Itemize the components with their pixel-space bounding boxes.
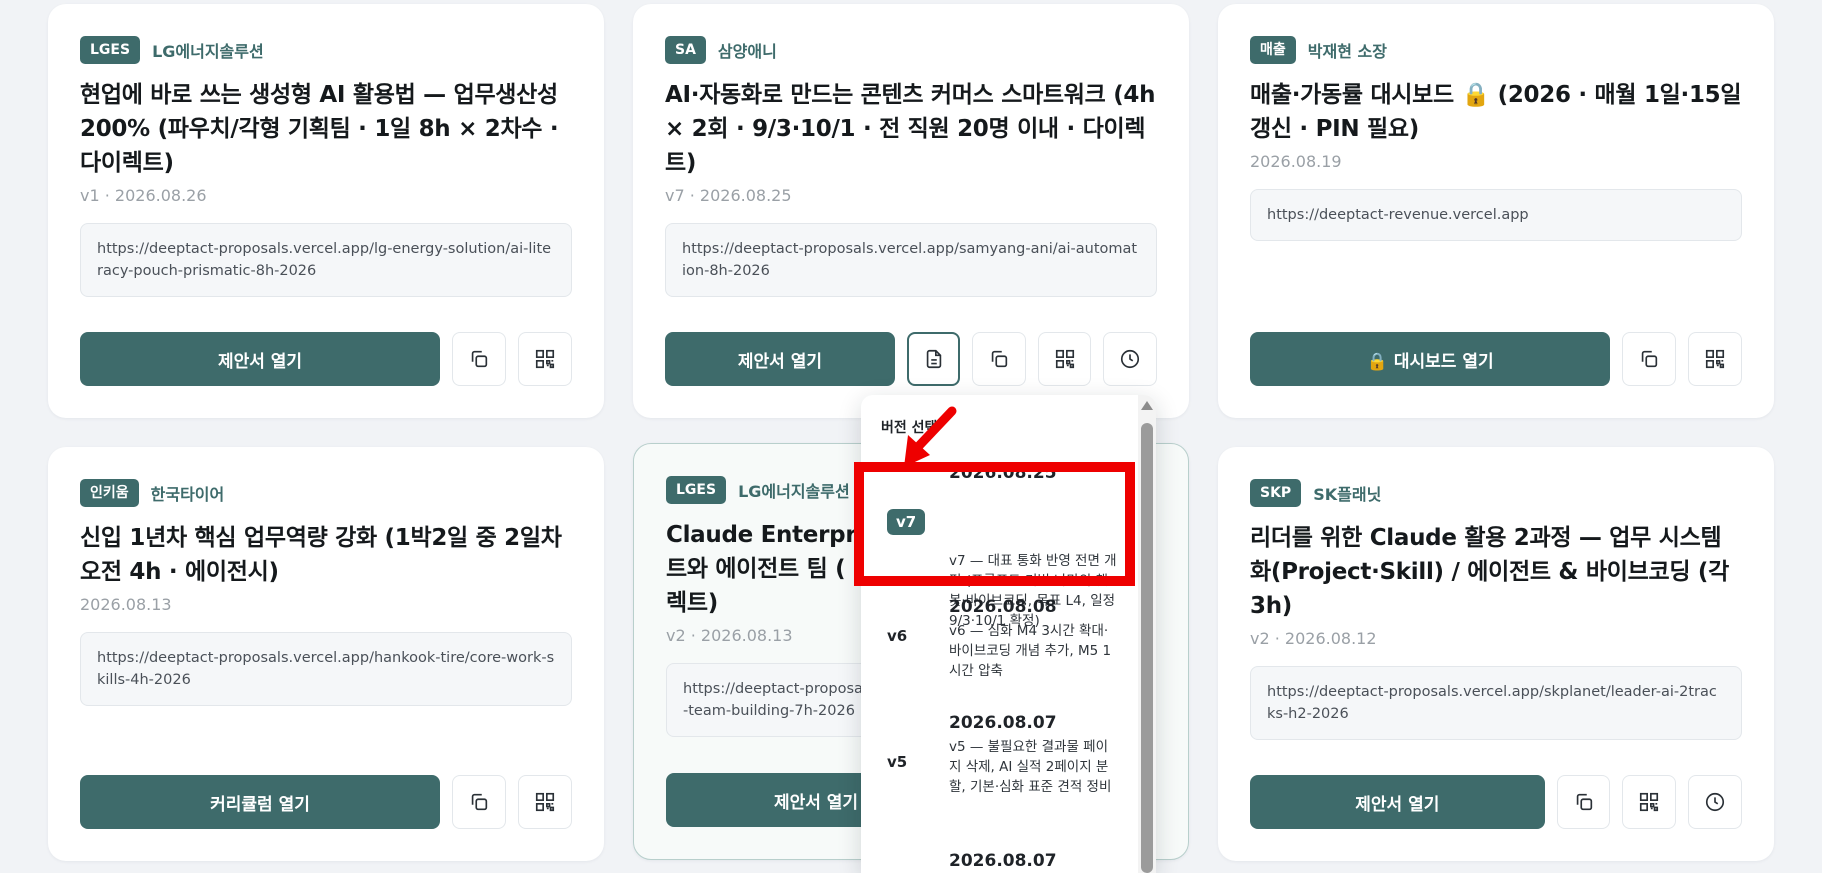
org-name: LG에너지솔루션 bbox=[152, 42, 264, 61]
version-select-button[interactable] bbox=[906, 332, 961, 386]
copy-button[interactable] bbox=[452, 775, 506, 829]
org-name: LG에너지솔루션 bbox=[738, 482, 850, 501]
card-actions: 제안서 열기 bbox=[1250, 775, 1742, 829]
card-actions: 제안서 열기 bbox=[665, 332, 1158, 386]
copy-icon bbox=[1576, 793, 1592, 811]
highlight-box bbox=[854, 462, 1135, 586]
card-title: AI·자동화로 만드는 콘텐츠 커머스 스마트워크 (4h × 2회 · 9/3… bbox=[665, 82, 1156, 176]
proposal-card: LGES LG에너지솔루션 현업에 바로 쓰는 생성형 AI 활용법 — 업무생… bbox=[48, 4, 604, 418]
card-url[interactable]: https://deeptact-proposals.vercel.app/lg… bbox=[80, 223, 572, 297]
version-date: 2026.08.07 bbox=[949, 713, 1057, 733]
copy-icon bbox=[471, 350, 488, 368]
open-proposal-button[interactable]: 제안서 열기 bbox=[80, 332, 440, 386]
clock-icon bbox=[1121, 349, 1140, 369]
version-option-v4[interactable]: 2026.08.07 bbox=[873, 851, 1123, 873]
org-badge: 인키움 bbox=[80, 479, 139, 507]
card-actions: 제안서 열기 bbox=[80, 332, 572, 386]
card-title: 현업에 바로 쓰는 생성형 AI 활용법 — 업무생산성 200% (파우치/각… bbox=[80, 82, 559, 176]
org-badge: LGES bbox=[80, 36, 141, 64]
org-name: SK플래닛 bbox=[1313, 485, 1382, 504]
qr-code-icon bbox=[1706, 349, 1725, 369]
qr-code-icon bbox=[1055, 349, 1074, 369]
proposal-card: SKP SK플래닛 리더를 위한 Claude 활용 2과정 — 업무 시스템화… bbox=[1218, 447, 1774, 861]
version-option-v5[interactable]: 2026.08.07 v5 v5 — 불필요한 결과물 페이지 삭제, AI 실… bbox=[873, 713, 1123, 843]
card-url[interactable]: https://deeptact-proposals.vercel.app/ha… bbox=[80, 632, 572, 706]
card-meta: v2 · 2026.08.12 bbox=[1250, 629, 1377, 648]
proposal-card: 인키움 한국타이어 신입 1년차 핵심 업무역량 강화 (1박2일 중 2일차 … bbox=[48, 447, 604, 861]
card-url[interactable]: https://deeptact-proposals.vercel.app/sa… bbox=[665, 223, 1157, 297]
copy-button[interactable] bbox=[452, 332, 506, 386]
copy-button[interactable] bbox=[972, 332, 1026, 386]
card-title: 신입 1년차 핵심 업무역량 강화 (1박2일 중 2일차 오전 4h · 에이… bbox=[80, 525, 562, 585]
card-meta: v7 · 2026.08.25 bbox=[665, 186, 792, 205]
org-badge: LGES bbox=[666, 476, 727, 504]
dropdown-scrollbar[interactable] bbox=[1138, 395, 1156, 873]
copy-icon bbox=[471, 793, 488, 811]
history-button[interactable] bbox=[1688, 775, 1742, 829]
card-meta: 2026.08.19 bbox=[1250, 152, 1342, 171]
qr-button[interactable] bbox=[1037, 332, 1092, 386]
card-actions: 🔒 대시보드 열기 bbox=[1250, 332, 1743, 386]
open-proposal-button[interactable]: 제안서 열기 bbox=[1250, 775, 1545, 829]
open-dashboard-button[interactable]: 🔒 대시보드 열기 bbox=[1250, 332, 1611, 386]
org-name: 삼양애니 bbox=[717, 42, 777, 61]
card-meta: 2026.08.13 bbox=[80, 595, 172, 614]
copy-icon bbox=[1642, 350, 1658, 368]
org-badge: SA bbox=[665, 36, 706, 64]
version-option-v6[interactable]: 2026.08.08 v6 v6 — 심화 M4 3시간 확대·바이브코딩 개념… bbox=[873, 597, 1123, 707]
version-desc: v5 — 불필요한 결과물 페이지 삭제, AI 실적 2페이지 분할, 기본·… bbox=[949, 739, 1112, 795]
qr-button[interactable] bbox=[518, 332, 572, 386]
org-name: 한국타이어 bbox=[150, 485, 225, 504]
org-row: SKP SK플래닛 bbox=[1250, 479, 1742, 507]
dashboard-card: 매출 박재현 소장 매출·가동률 대시보드 🔒 (2026 · 매월 1일·15… bbox=[1218, 4, 1774, 418]
card-actions: 커리큘럼 열기 bbox=[80, 775, 572, 829]
document-icon bbox=[926, 349, 941, 369]
org-row: 매출 박재현 소장 bbox=[1250, 36, 1742, 64]
org-row: 인키움 한국타이어 bbox=[80, 479, 572, 507]
org-row: LGES LG에너지솔루션 bbox=[80, 36, 572, 64]
scrollbar-thumb[interactable] bbox=[1141, 423, 1153, 873]
card-title: 리더를 위한 Claude 활용 2과정 — 업무 시스템화(Project·S… bbox=[1250, 525, 1729, 619]
card-url[interactable]: https://deeptact-proposals.vercel.app/sk… bbox=[1250, 666, 1742, 740]
qr-code-icon bbox=[535, 349, 555, 369]
org-name: 박재현 소장 bbox=[1307, 42, 1387, 61]
copy-button[interactable] bbox=[1556, 775, 1611, 829]
version-date: 2026.08.08 bbox=[949, 597, 1057, 617]
version-tag: v6 bbox=[887, 627, 908, 645]
open-curriculum-button[interactable]: 커리큘럼 열기 bbox=[80, 775, 440, 829]
qr-button[interactable] bbox=[1622, 775, 1677, 829]
qr-button[interactable] bbox=[518, 775, 572, 829]
annotation-arrow-icon bbox=[904, 406, 957, 467]
version-tag: v5 bbox=[887, 753, 908, 771]
history-button[interactable] bbox=[1103, 332, 1158, 386]
copy-button[interactable] bbox=[1622, 332, 1677, 386]
copy-icon bbox=[991, 350, 1008, 368]
card-title: 매출·가동률 대시보드 🔒 (2026 · 매월 1일·15일 갱신 · PIN… bbox=[1250, 82, 1742, 142]
proposal-card: SA 삼양애니 AI·자동화로 만드는 콘텐츠 커머스 스마트워크 (4h × … bbox=[633, 4, 1189, 418]
scroll-up-arrow-icon[interactable] bbox=[1141, 401, 1153, 410]
org-badge: 매출 bbox=[1250, 36, 1296, 64]
card-meta: v1 · 2026.08.26 bbox=[80, 186, 207, 205]
version-desc: v6 — 심화 M4 3시간 확대·바이브코딩 개념 추가, M5 1시간 압축 bbox=[949, 623, 1112, 679]
open-proposal-button[interactable]: 제안서 열기 bbox=[665, 332, 895, 386]
org-badge: SKP bbox=[1250, 479, 1302, 507]
version-date: 2026.08.07 bbox=[949, 851, 1057, 871]
qr-button[interactable] bbox=[1688, 332, 1743, 386]
org-row: SA 삼양애니 bbox=[665, 36, 1157, 64]
card-url[interactable]: https://deeptact-revenue.vercel.app bbox=[1250, 189, 1742, 241]
qr-code-icon bbox=[1640, 792, 1659, 812]
clock-icon bbox=[1706, 792, 1725, 812]
qr-code-icon bbox=[535, 792, 555, 812]
